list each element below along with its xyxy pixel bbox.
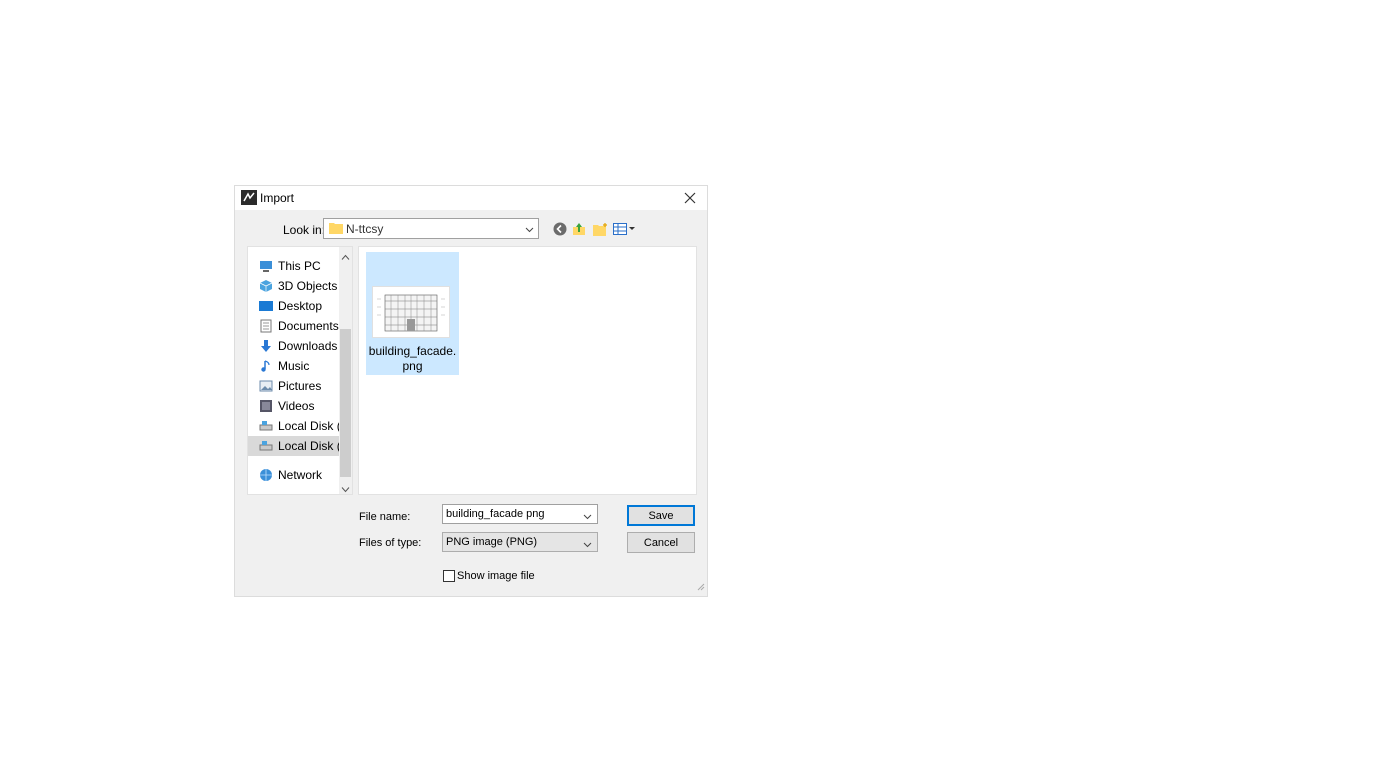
chevron-down-icon[interactable]	[525, 223, 534, 237]
look-in-value: N-ttcsy	[346, 222, 384, 236]
cancel-button-label: Cancel	[643, 536, 679, 549]
network-icon	[259, 468, 273, 482]
import-dialog: Import Look in: N-ttcsy This PC 3D Object…	[234, 185, 708, 597]
up-folder-icon[interactable]	[570, 220, 588, 238]
sidebar-item-3d-objects[interactable]: 3D Objects	[248, 276, 341, 296]
file-name-label: File name:	[359, 511, 411, 523]
file-name-value: building_facade png	[446, 508, 545, 520]
file-list-pane: building_facade. png	[358, 246, 697, 495]
sidebar-item-label: Music	[278, 359, 310, 373]
sidebar-item-label: Pictures	[278, 379, 322, 393]
3d-objects-icon	[259, 279, 273, 293]
music-icon	[259, 359, 273, 373]
desktop-icon	[259, 299, 273, 313]
nav-scrollbar[interactable]	[339, 247, 352, 494]
sidebar-item-label: This PC	[278, 259, 321, 273]
sidebar-item-this-pc[interactable]: This PC	[248, 256, 341, 276]
show-image-label: Show image file	[457, 570, 535, 582]
look-in-combobox[interactable]: N-ttcsy	[323, 218, 539, 239]
sidebar-item-label: 3D Objects	[278, 279, 338, 293]
computer-icon	[259, 259, 273, 273]
sidebar-item-local-disk-f[interactable]: Local Disk (F	[248, 436, 341, 456]
image-thumbnail	[372, 286, 450, 338]
drive-icon	[259, 419, 273, 433]
sidebar-item-desktop[interactable]: Desktop	[248, 296, 341, 316]
pictures-icon	[259, 379, 273, 393]
cancel-button[interactable]: Cancel	[627, 532, 695, 553]
sidebar-item-local-disk-c[interactable]: Local Disk (C	[248, 416, 341, 436]
look-in-label: Look in:	[283, 223, 326, 237]
chevron-down-icon[interactable]	[583, 538, 592, 552]
show-image-checkbox[interactable]	[443, 570, 455, 582]
navigation-pane: This PC 3D Objects Desktop Documents Downloa…	[247, 246, 353, 495]
title-bar: Import	[235, 186, 707, 210]
file-type-label: Files of type:	[359, 537, 422, 549]
sidebar-item-downloads[interactable]: Downloads	[248, 336, 341, 356]
sidebar-item-label: Videos	[278, 399, 315, 413]
file-type-select[interactable]: PNG image (PNG)	[442, 532, 598, 552]
sidebar-item-label: Desktop	[278, 299, 323, 313]
sidebar-item-network[interactable]: Network	[248, 465, 341, 485]
close-icon[interactable]	[675, 186, 705, 210]
sidebar-item-label: Network	[278, 468, 323, 482]
videos-icon	[259, 399, 273, 413]
window-title: Import	[260, 191, 295, 205]
file-type-value: PNG image (PNG)	[446, 536, 538, 548]
save-button-label: Save	[648, 509, 674, 522]
save-button[interactable]: Save	[627, 505, 695, 526]
chevron-down-icon[interactable]	[583, 510, 592, 524]
file-item[interactable]: building_facade. png	[366, 252, 459, 375]
app-icon	[241, 190, 257, 205]
sidebar-item-documents[interactable]: Documents	[248, 316, 341, 336]
documents-icon	[259, 319, 273, 333]
file-name-input[interactable]: building_facade png	[442, 504, 598, 524]
sidebar-item-label: Local Disk (F	[278, 439, 341, 453]
sidebar-item-label: Documents	[278, 319, 339, 333]
sidebar-item-pictures[interactable]: Pictures	[248, 376, 341, 396]
chevron-down-icon[interactable]	[341, 482, 350, 494]
sidebar-item-label: Downloads	[278, 339, 338, 353]
new-folder-icon[interactable]	[591, 220, 609, 238]
downloads-icon	[259, 339, 273, 353]
back-icon[interactable]	[551, 220, 569, 238]
resize-grip-icon[interactable]	[697, 580, 705, 594]
file-name-label: building_facade. png	[368, 344, 457, 373]
scroll-thumb[interactable]	[340, 329, 351, 477]
sidebar-item-videos[interactable]: Videos	[248, 396, 341, 416]
sidebar-item-music[interactable]: Music	[248, 356, 341, 376]
drive-icon	[259, 439, 273, 453]
folder-icon	[329, 222, 343, 237]
chevron-up-icon[interactable]	[341, 250, 350, 264]
sidebar-item-label: Local Disk (C	[278, 419, 341, 433]
view-menu-icon[interactable]	[612, 220, 636, 238]
